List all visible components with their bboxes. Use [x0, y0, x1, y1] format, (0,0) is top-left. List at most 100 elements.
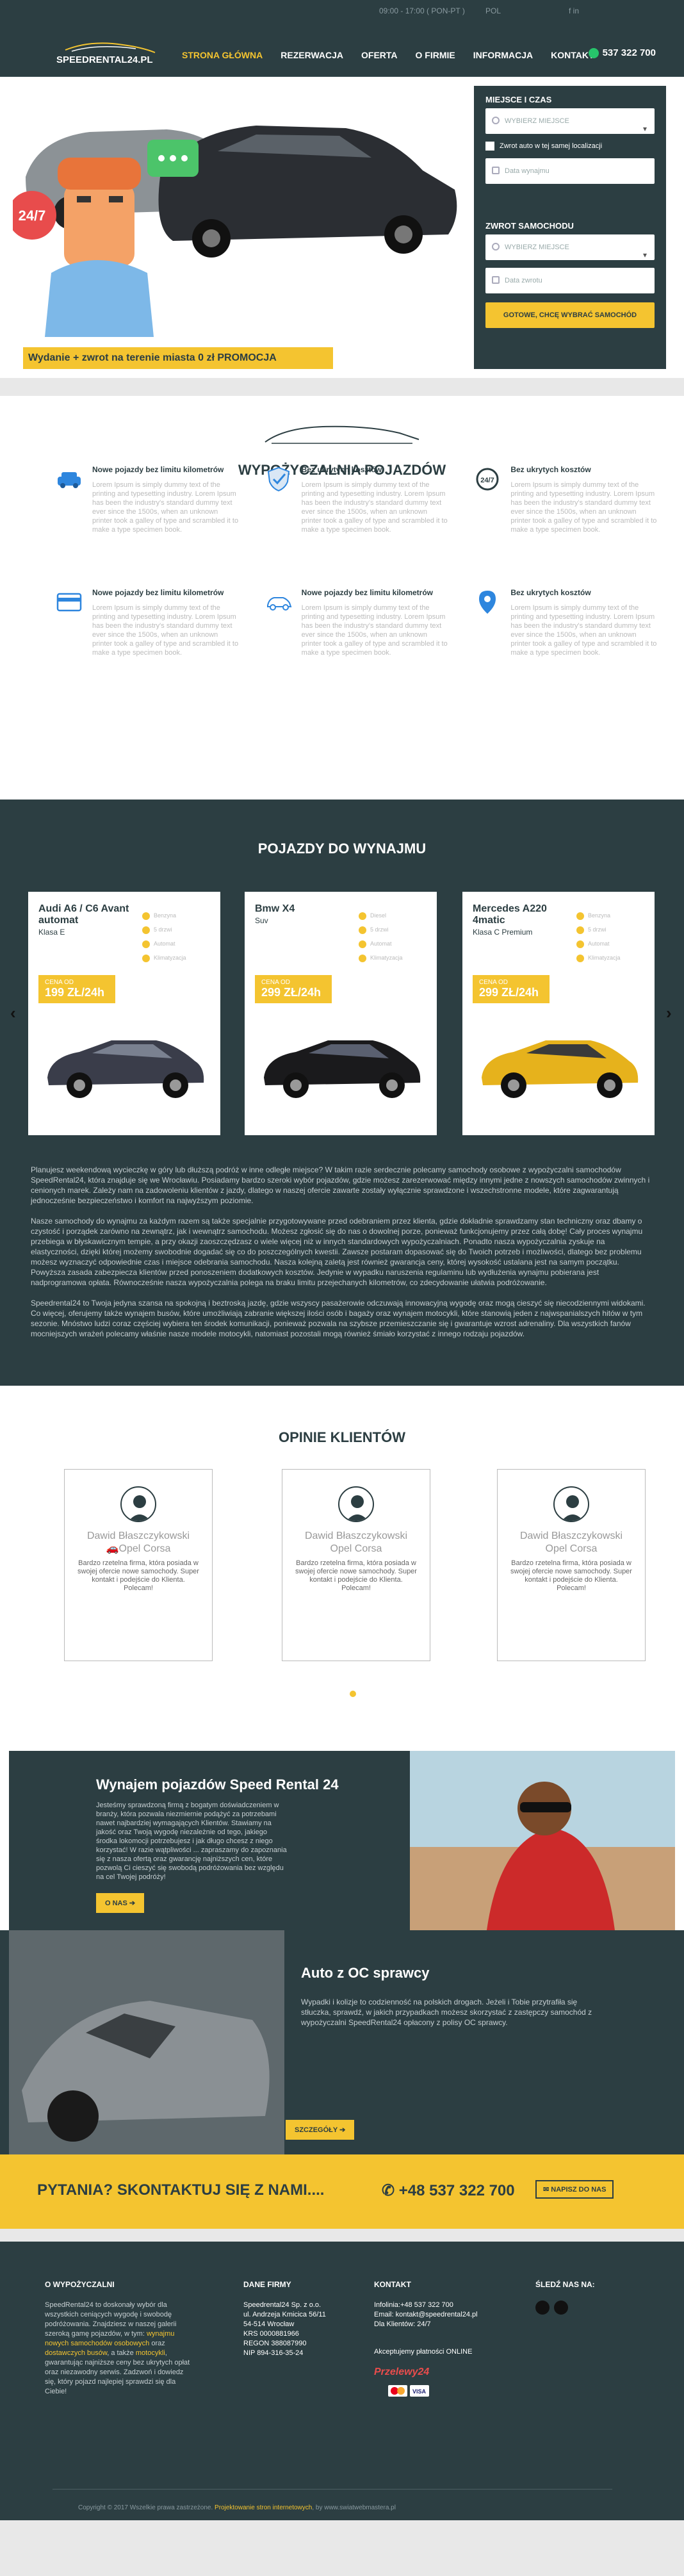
promo-banner[interactable]: Wydanie + zwrot na terenie miasta 0 zł P…: [23, 347, 333, 369]
opinion-author: Dawid Błaszczykowski: [519, 1530, 623, 1541]
credit-link[interactable]: Projektowanie stron internetowych: [215, 2504, 312, 2511]
feature-title: Nowe pojazdy bez limitu kilometrów: [92, 465, 224, 474]
feature-item: Nowe pojazdy bez limitu kilometrów Lorem …: [265, 588, 448, 657]
pickup-place-select[interactable]: WYBIERZ MIEJSCE ▾: [485, 108, 655, 134]
credit-text: , by www.swiatwebmastera.pl: [312, 2504, 396, 2511]
feature-item: Nowe pojazdy bez limitu kilometrów Lorem …: [55, 465, 239, 534]
nav-phone[interactable]: 537 322 700: [588, 47, 656, 59]
car-image: [47, 1040, 204, 1098]
return-date-input[interactable]: Data zwrotu: [485, 268, 655, 293]
feature-title: Bez ukrytych kosztów: [301, 465, 382, 474]
office-hours: 09:00 - 17:00 ( PON-PT ): [379, 6, 465, 15]
badge-24-7: 24/7: [19, 208, 46, 224]
oc-button-label: SZCZEGÓŁY: [295, 2126, 338, 2134]
opinion-car: Opel Corsa: [545, 1543, 598, 1554]
about-section: Wynajem pojazdów Speed Rental 24 Jesteśm…: [0, 1751, 684, 1930]
about-link[interactable]: dostawczych busów: [45, 2349, 107, 2357]
feature-text: Lorem Ipsum is simply dummy text of the …: [301, 604, 448, 657]
contact-line[interactable]: Email: kontakt@speedrental24.pl: [374, 2310, 521, 2320]
ac-icon: [576, 954, 584, 962]
language-switch[interactable]: POL: [485, 6, 501, 15]
door-icon: [576, 926, 584, 934]
oc-title: Auto z OC sprawcy: [301, 1965, 430, 1981]
footer-about-title: O WYPOŻYCZALNI: [45, 2280, 115, 2289]
car-image: [482, 1040, 639, 1098]
about-button-label: O NAS: [105, 1899, 127, 1907]
pickup-date-input[interactable]: Data wynajmu: [485, 158, 655, 184]
carousel-next-arrow[interactable]: ›: [666, 1003, 672, 1023]
return-date-label: Data zwrotu: [505, 277, 542, 284]
hero-illustration: 24/7: [13, 126, 457, 337]
svg-text:Przelewy24: Przelewy24: [374, 2367, 429, 2377]
copyright-text: Copyright © 2017 Wszelkie prawa zastrzeż…: [78, 2504, 213, 2511]
social-links[interactable]: f in: [569, 6, 579, 15]
clock-24-icon: 24/7: [473, 465, 501, 493]
same-place-checkbox[interactable]: Zwrot auto w tej samej localizacji: [485, 142, 655, 151]
footer-social: ŚLEDŹ NAS NA:: [535, 2280, 625, 2317]
nav-item-offer[interactable]: OFERTA: [352, 47, 407, 63]
carousel-prev-arrow[interactable]: ‹: [10, 1003, 16, 1023]
submit-button[interactable]: GOTOWE, CHCĘ WYBRAĆ SAMOCHÓD: [485, 302, 655, 328]
calendar-icon: [492, 276, 500, 284]
feature-item: Bez ukrytych kosztów Lorem Ipsum is simpl…: [265, 465, 448, 534]
carousel-dot[interactable]: [350, 1691, 356, 1697]
about-link[interactable]: motocykli: [136, 2349, 165, 2357]
spec: Benzyna: [154, 912, 177, 919]
cta-phone[interactable]: ✆ +48 537 322 700: [382, 2181, 515, 2200]
price-label: CENA OD: [479, 979, 509, 986]
return-title: ZWROT SAMOCHODU: [485, 221, 574, 231]
phone-number: 537 322 700: [602, 47, 656, 58]
feature-title: Nowe pojazdy bez limitu kilometrów: [301, 588, 434, 597]
opinion-author: Dawid Błaszczykowski: [86, 1530, 190, 1541]
spec: Diesel: [370, 912, 387, 919]
facebook-icon[interactable]: [535, 2301, 550, 2315]
gearbox-icon: [359, 940, 366, 948]
description-paragraph: Planujesz weekendową wycieczkę w góry lu…: [31, 1165, 650, 1205]
phone-icon: ✆: [382, 2182, 399, 2199]
nav-item-home[interactable]: STRONA GŁÓWNA: [173, 47, 272, 63]
opinion-author: Dawid Błaszczykowski: [304, 1530, 408, 1541]
nav-item-info[interactable]: INFORMACJA: [464, 47, 542, 63]
car-card[interactable]: Mercedes A220 4matic Klasa C Premium Ben…: [462, 892, 655, 1135]
logo[interactable]: SPEEDRENTAL24.PL: [53, 38, 168, 69]
opinion-text: Bardzo rzetelna firma, która posiada w s…: [295, 1559, 417, 1592]
return-place-label: WYBIERZ MIEJSCE: [505, 243, 569, 251]
car-icon: [55, 465, 83, 493]
car-specs: Benzyna 5 drzwi Automat Klimatyzacja: [142, 908, 213, 965]
about-button[interactable]: O NAS ➔: [96, 1893, 145, 1913]
description-paragraph: Speedrental24 to Twoja jedyna szansa na …: [31, 1299, 646, 1338]
payment-logos: Przelewy24 VISA: [374, 2367, 429, 2397]
same-place-label: Zwrot auto w tej samej localizacji: [500, 142, 603, 150]
write-to-us-button[interactable]: ✉ NAPISZ DO NAS: [535, 2180, 614, 2199]
oc-details-button[interactable]: SZCZEGÓŁY ➔: [286, 2120, 355, 2140]
company-line: ul. Andrzeja Kmicica 56/11: [243, 2311, 326, 2318]
opinion-text: Bardzo rzetelna firma, która posiada w s…: [510, 1559, 632, 1592]
footer-contact-title: KONTAKT: [374, 2280, 411, 2289]
whatsapp-icon: [588, 48, 599, 59]
company-line: KRS 0000881966: [243, 2330, 299, 2338]
car-card[interactable]: Audi A6 / C6 Avant automat Klasa E Benzy…: [28, 892, 220, 1135]
instagram-icon[interactable]: [554, 2301, 569, 2315]
cta-text: PYTANIA? SKONTAKTUJ SIĘ Z NAMI....: [37, 2181, 325, 2199]
feature-text: Lorem Ipsum is simply dummy text of the …: [92, 481, 239, 534]
booking-form: MIEJSCE I CZAS WYBIERZ MIEJSCE ▾ Zwrot au…: [474, 86, 666, 369]
spec: 5 drzwi: [370, 926, 389, 933]
location-pin-icon: [473, 588, 501, 616]
spec: Automat: [370, 940, 392, 947]
footer-social-title: ŚLEDŹ NAS NA:: [535, 2280, 595, 2289]
car-card[interactable]: Bmw X4 Suv Diesel 5 drzwi Automat Klimat…: [245, 892, 437, 1135]
opinions-title: OPINIE KLIENTÓW: [279, 1429, 405, 1445]
avatar: [120, 1486, 156, 1522]
nav-item-about[interactable]: O FIRMIE: [407, 47, 464, 63]
return-place-select[interactable]: WYBIERZ MIEJSCE ▾: [485, 234, 655, 260]
spec: Klimatyzacja: [588, 955, 621, 961]
car-specs: Diesel 5 drzwi Automat Klimatyzacja: [359, 908, 429, 965]
fuel-icon: [142, 912, 150, 920]
about-text-part: oraz: [149, 2340, 165, 2347]
contact-line[interactable]: Infolinia:+48 537 322 700: [374, 2301, 521, 2310]
car-price: CENA OD 299 ZŁ/24h: [255, 975, 332, 1003]
cars-description: Planujesz weekendową wycieczkę w góry lu…: [31, 1165, 651, 1349]
nav-item-reservation[interactable]: REZERWACJA: [272, 47, 352, 63]
car-image: [264, 1040, 421, 1098]
checkbox-box[interactable]: [485, 142, 494, 151]
